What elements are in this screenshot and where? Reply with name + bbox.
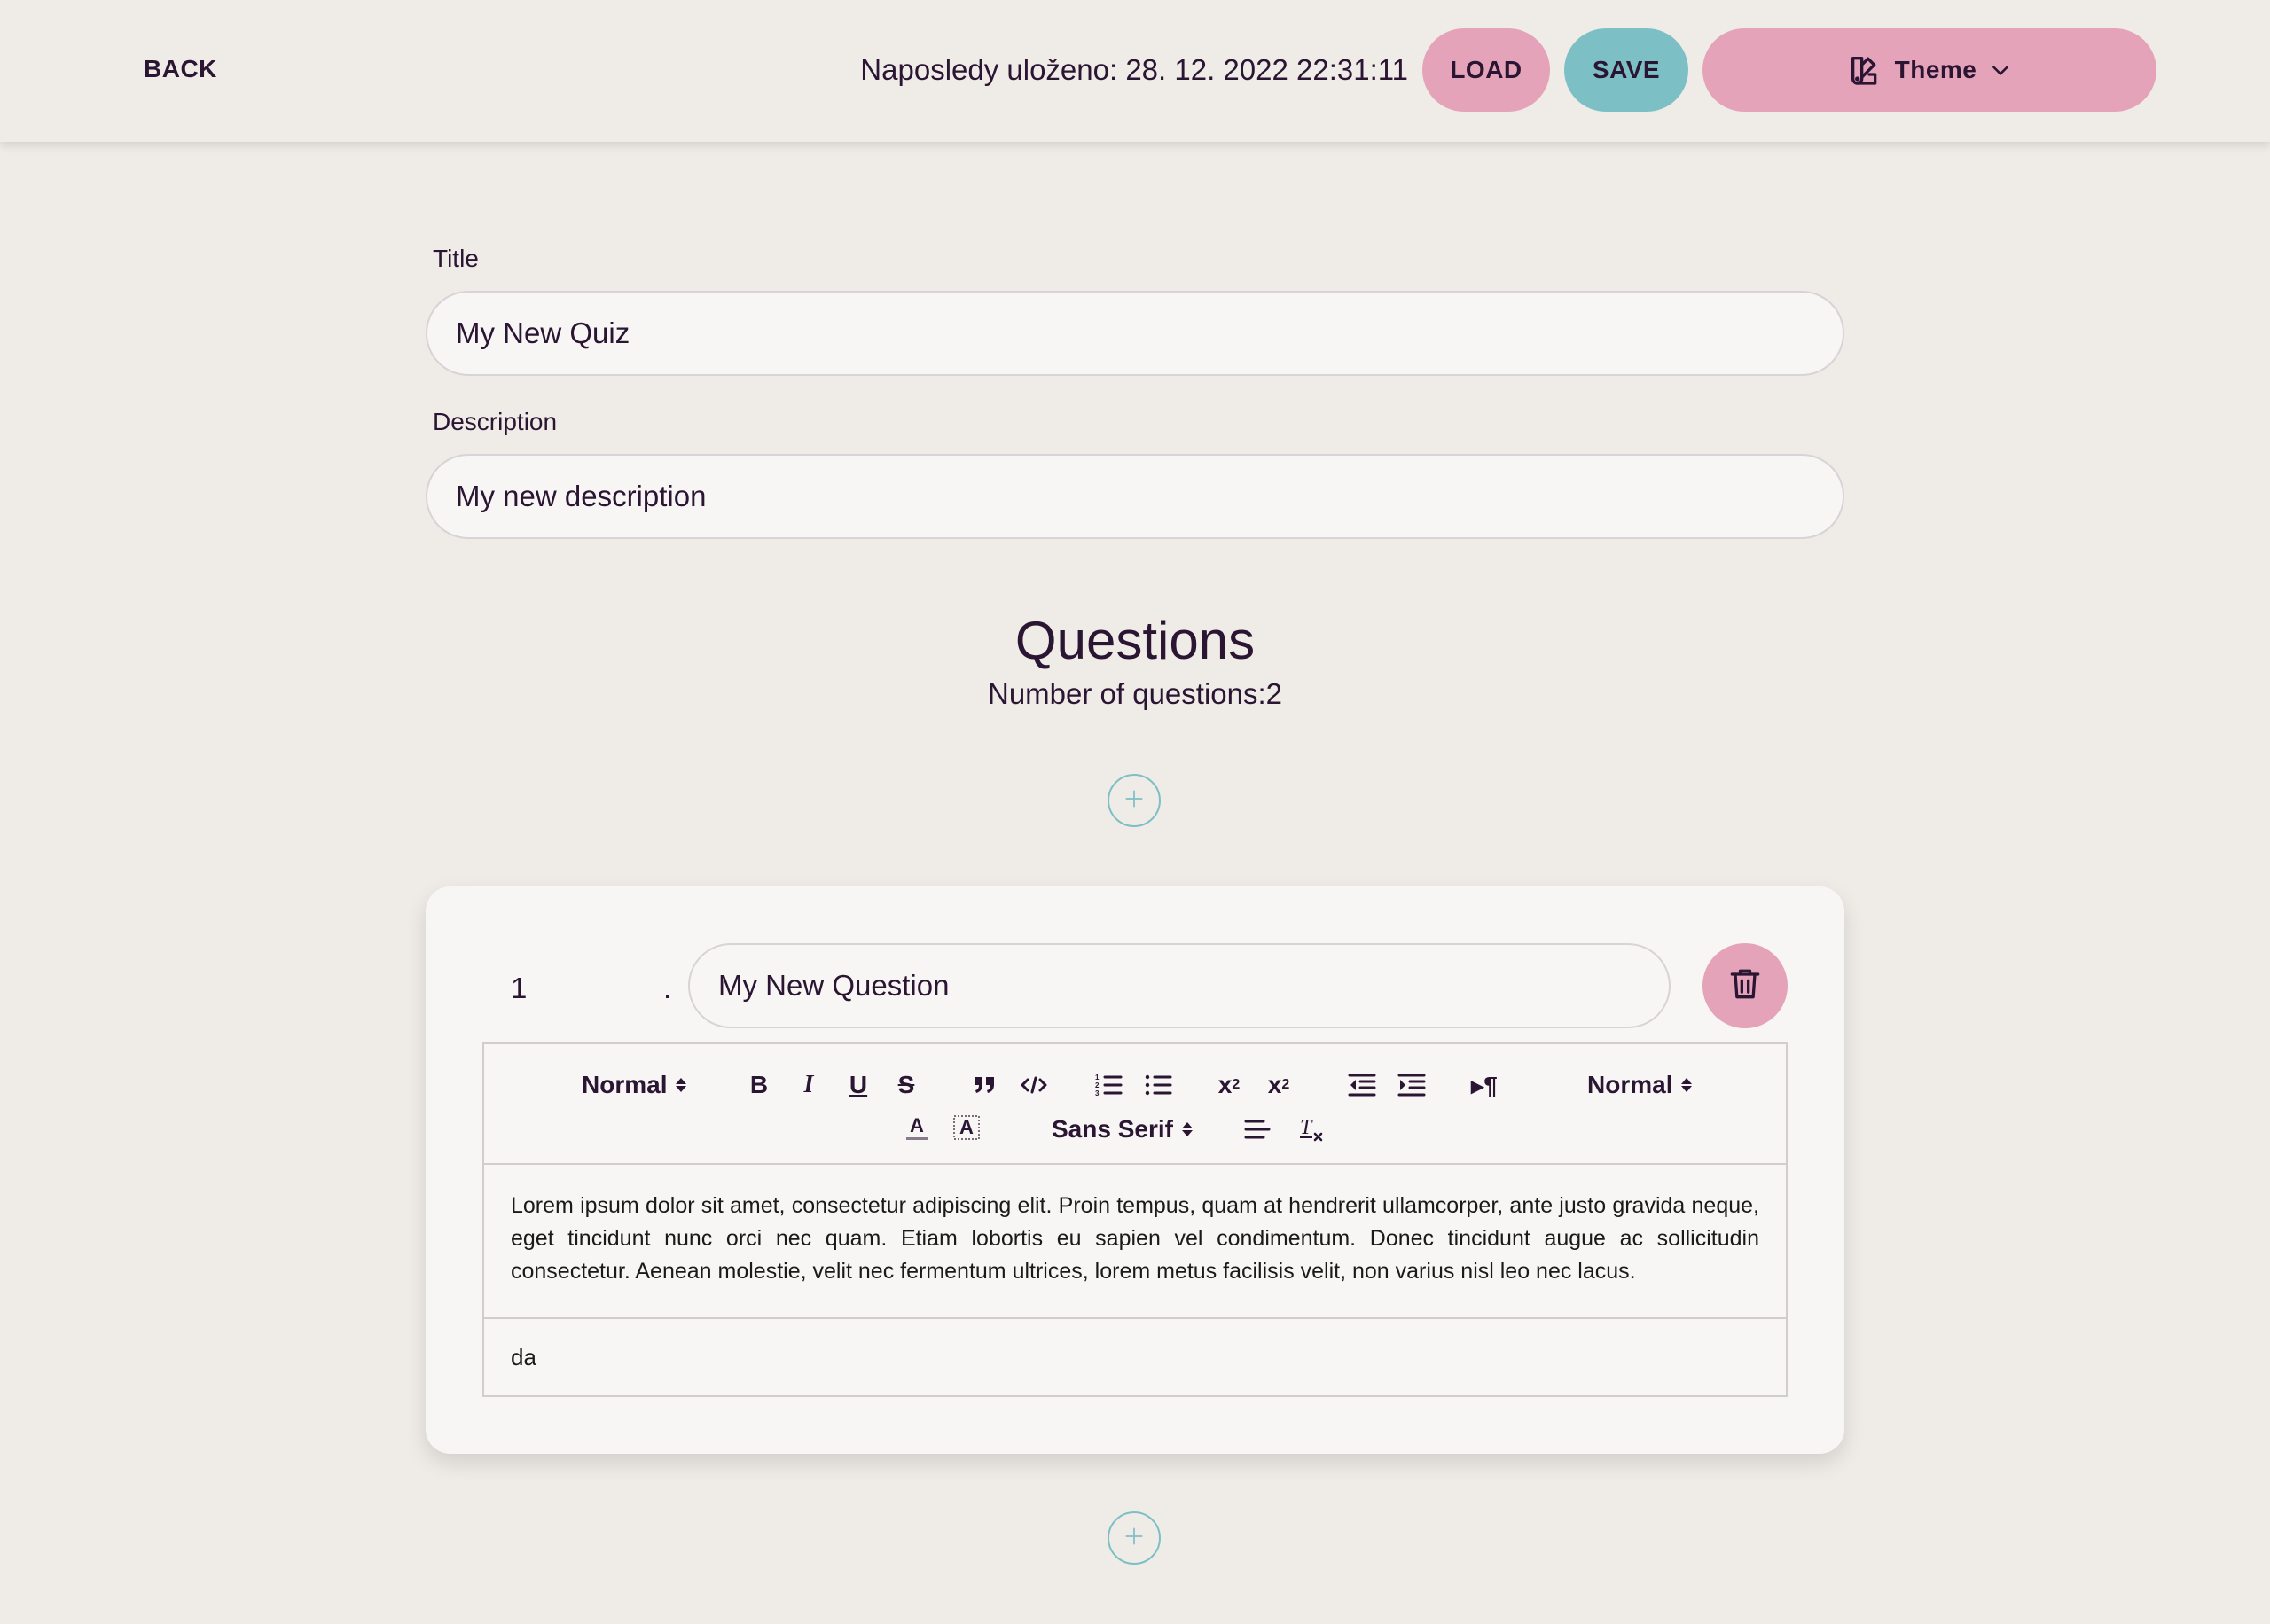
- font-select-value: Sans Serif: [1052, 1115, 1173, 1143]
- svg-text:3: 3: [1095, 1089, 1100, 1097]
- rich-text-toolbar: Normal B I U S 123 x2 x2 ▸¶ Normal A A S…: [482, 1042, 1788, 1163]
- italic-icon[interactable]: I: [793, 1067, 825, 1103]
- align-left-icon[interactable]: [1240, 1112, 1275, 1147]
- header-select[interactable]: Normal: [582, 1067, 687, 1103]
- svg-text:A: A: [910, 1114, 924, 1136]
- plus-icon: [1123, 1525, 1146, 1552]
- load-button[interactable]: LOAD: [1422, 28, 1550, 112]
- bullet-list-icon[interactable]: [1140, 1067, 1176, 1103]
- title-label: Title: [433, 245, 479, 272]
- load-button-label: LOAD: [1450, 56, 1522, 83]
- palette-icon: [1847, 52, 1883, 88]
- size-select[interactable]: Normal: [1587, 1067, 1693, 1103]
- chevron-down-icon: [1989, 59, 2012, 82]
- header-select-value: Normal: [582, 1071, 668, 1098]
- code-block-icon[interactable]: [1016, 1067, 1052, 1103]
- question-number: 1: [511, 972, 528, 1004]
- save-button-label: SAVE: [1592, 56, 1661, 83]
- clear-formatting-icon[interactable]: T: [1295, 1110, 1330, 1149]
- description-label: Description: [433, 408, 558, 435]
- title-input-value: My New Quiz: [456, 316, 630, 349]
- indent-icon[interactable]: [1394, 1067, 1429, 1103]
- theme-dropdown-button[interactable]: Theme: [1702, 28, 2156, 112]
- title-input[interactable]: My New Quiz: [426, 291, 1844, 376]
- select-arrows-icon: [1681, 1078, 1693, 1092]
- underline-icon[interactable]: U: [842, 1067, 874, 1103]
- trash-icon: [1726, 964, 1765, 1008]
- size-select-value: Normal: [1587, 1071, 1673, 1098]
- bold-icon[interactable]: B: [743, 1067, 775, 1103]
- delete-question-button[interactable]: [1702, 943, 1788, 1028]
- ordered-list-icon[interactable]: 123: [1091, 1067, 1126, 1103]
- question-title-input[interactable]: My New Question: [688, 943, 1671, 1028]
- svg-text:A: A: [959, 1116, 974, 1138]
- subscript-icon[interactable]: x2: [1211, 1067, 1247, 1103]
- plus-icon: [1123, 787, 1146, 815]
- back-button[interactable]: BACK: [144, 55, 217, 83]
- theme-button-label: Theme: [1894, 56, 1977, 83]
- font-select[interactable]: Sans Serif: [1052, 1112, 1193, 1147]
- blockquote-icon[interactable]: [967, 1067, 1002, 1103]
- rich-text-editor-body[interactable]: Lorem ipsum dolor sit amet, consectetur …: [482, 1163, 1788, 1319]
- svg-text:1: 1: [1095, 1074, 1100, 1081]
- text-direction-icon[interactable]: ▸¶: [1467, 1067, 1502, 1103]
- top-bar: BACK Naposledy uloženo: 28. 12. 2022 22:…: [0, 0, 2270, 142]
- questions-heading: Questions: [1014, 611, 1256, 670]
- answer-input-value: da: [511, 1343, 536, 1370]
- select-arrows-icon: [1181, 1122, 1193, 1136]
- question-card: 1 . My New Question Normal B I U S 123 x…: [426, 886, 1844, 1454]
- question-number-dot: .: [663, 972, 672, 1004]
- last-saved-status: Naposledy uloženo: 28. 12. 2022 22:31:11: [860, 53, 1408, 86]
- select-arrows-icon: [676, 1078, 687, 1092]
- outdent-icon[interactable]: [1344, 1067, 1380, 1103]
- strikethrough-icon[interactable]: S: [890, 1067, 922, 1103]
- superscript-icon[interactable]: x2: [1261, 1067, 1296, 1103]
- editor-body-text: Lorem ipsum dolor sit amet, consectetur …: [511, 1193, 1759, 1284]
- question-title-value: My New Question: [718, 969, 950, 1002]
- add-question-button-top[interactable]: [1108, 774, 1161, 827]
- svg-text:2: 2: [1095, 1081, 1100, 1089]
- add-question-button-bottom[interactable]: [1108, 1511, 1161, 1565]
- description-input-value: My new description: [456, 480, 707, 512]
- question-count: Number of questions:2: [987, 677, 1282, 710]
- text-color-icon[interactable]: A: [899, 1110, 935, 1149]
- save-button[interactable]: SAVE: [1564, 28, 1688, 112]
- description-input[interactable]: My new description: [426, 454, 1844, 539]
- svg-text:T: T: [1300, 1116, 1313, 1139]
- background-color-icon[interactable]: A: [949, 1110, 984, 1149]
- answer-input[interactable]: da: [482, 1319, 1788, 1397]
